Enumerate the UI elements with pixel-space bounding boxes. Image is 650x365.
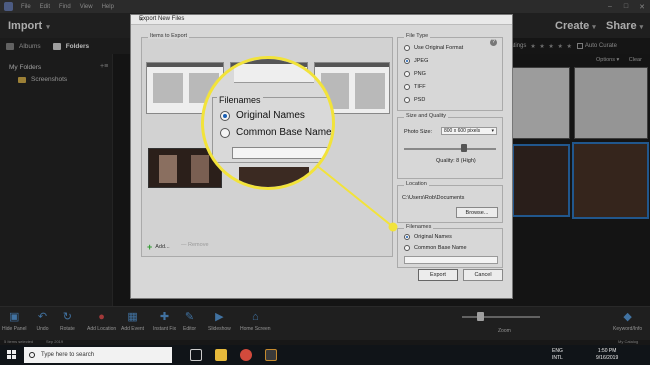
clock-time: 1:50 PM [597, 348, 617, 354]
radio-button[interactable] [404, 71, 410, 77]
magnified-thumbnail [234, 59, 314, 83]
magnified-radio-common-base-name[interactable]: Common Base Name [220, 127, 332, 138]
search-icon [29, 352, 35, 358]
size-and-quality-group: Size and Quality Photo Size: 800 x 600 p… [397, 113, 503, 179]
radio-label: Original Names [414, 234, 452, 240]
radio-label: JPEG [414, 58, 429, 64]
remove-items-button[interactable]: — Remove [181, 242, 209, 248]
radio-button[interactable] [404, 245, 410, 251]
radio-original-names[interactable]: Original Names [404, 234, 452, 240]
location-path: C:\Users\Rob\Documents [402, 195, 465, 201]
radio-button[interactable] [404, 58, 410, 64]
quality-value: Quality: 8 (High) [436, 158, 476, 164]
filenames-label: Filenames [404, 224, 434, 230]
minus-icon: — [181, 242, 189, 248]
radio-button[interactable] [220, 110, 230, 121]
system-clock[interactable]: 1:50 PM 9/16/2019 [596, 348, 618, 362]
radio-label: Original Names [236, 110, 305, 121]
radio-button[interactable] [404, 97, 410, 103]
common-base-name-input[interactable] [404, 256, 498, 264]
language-indicator[interactable]: ENG INTL [552, 348, 563, 362]
radio-button[interactable] [404, 84, 410, 90]
file-type-label: File Type [404, 33, 431, 39]
magnified-filenames-title: Filenames [217, 95, 263, 105]
task-view-icon[interactable] [190, 349, 202, 361]
browse-button[interactable]: Browse... [456, 207, 498, 218]
add-items-label: Add... [155, 244, 170, 250]
radio-label: Common Base Name [236, 127, 332, 138]
magnifier-callout: Filenames Original Names Common Base Nam… [201, 56, 335, 190]
quality-slider-handle[interactable] [461, 144, 467, 152]
filenames-group: Filenames Original Names Common Base Nam… [397, 224, 503, 268]
radio-tiff[interactable]: TIFF [404, 84, 426, 90]
magnified-photo [239, 167, 309, 187]
quality-slider[interactable] [404, 148, 496, 150]
size-and-quality-label: Size and Quality [404, 113, 449, 119]
radio-jpeg[interactable]: JPEG [404, 58, 428, 64]
windows-start-icon[interactable] [7, 350, 17, 360]
location-label: Location [404, 181, 429, 187]
dialog-title-bar: Export New Files ✕ [131, 15, 512, 25]
radio-use-original-format[interactable]: Use Original Format [404, 45, 463, 51]
photoshop-elements-icon[interactable] [265, 349, 277, 361]
magnified-base-name-input[interactable] [232, 147, 332, 159]
magnified-radio-original-names[interactable]: Original Names [220, 110, 305, 121]
photo-size-label: Photo Size: [404, 129, 433, 135]
chrome-icon[interactable] [240, 349, 252, 361]
remove-items-label: Remove [188, 242, 209, 248]
radio-button[interactable] [404, 45, 410, 51]
radio-label: TIFF [414, 84, 426, 90]
radio-button[interactable] [404, 234, 410, 240]
plus-icon: + [147, 242, 153, 252]
file-explorer-icon[interactable] [215, 349, 227, 361]
add-items-button[interactable]: + Add... [147, 242, 170, 252]
export-button[interactable]: Export [418, 269, 458, 281]
radio-button[interactable] [220, 127, 230, 138]
radio-psd[interactable]: PSD [404, 97, 425, 103]
taskbar-search-input[interactable]: Type here to search [24, 347, 172, 363]
radio-label: Use Original Format [414, 45, 464, 51]
radio-common-base-name[interactable]: Common Base Name [404, 245, 467, 251]
dialog-close-button[interactable]: ✕ [139, 16, 508, 23]
clock-date: 9/16/2019 [596, 355, 619, 361]
photo-size-select[interactable]: 800 x 600 pixels [441, 127, 497, 135]
help-icon[interactable]: ? [490, 39, 497, 46]
items-to-export-label: Items to Export [148, 33, 189, 39]
location-group: Location C:\Users\Rob\Documents Browse..… [397, 181, 503, 223]
windows-taskbar: Type here to search ENG INTL 1:50 PM 9/1… [0, 345, 650, 365]
taskbar-search-placeholder: Type here to search [41, 352, 95, 358]
cancel-button[interactable]: Cancel [463, 269, 503, 281]
radio-label: PNG [414, 71, 426, 77]
radio-label: PSD [414, 97, 426, 103]
file-type-group: File Type Use Original Format JPEG PNG T… [397, 33, 503, 111]
radio-png[interactable]: PNG [404, 71, 426, 77]
radio-label: Common Base Name [414, 245, 467, 251]
